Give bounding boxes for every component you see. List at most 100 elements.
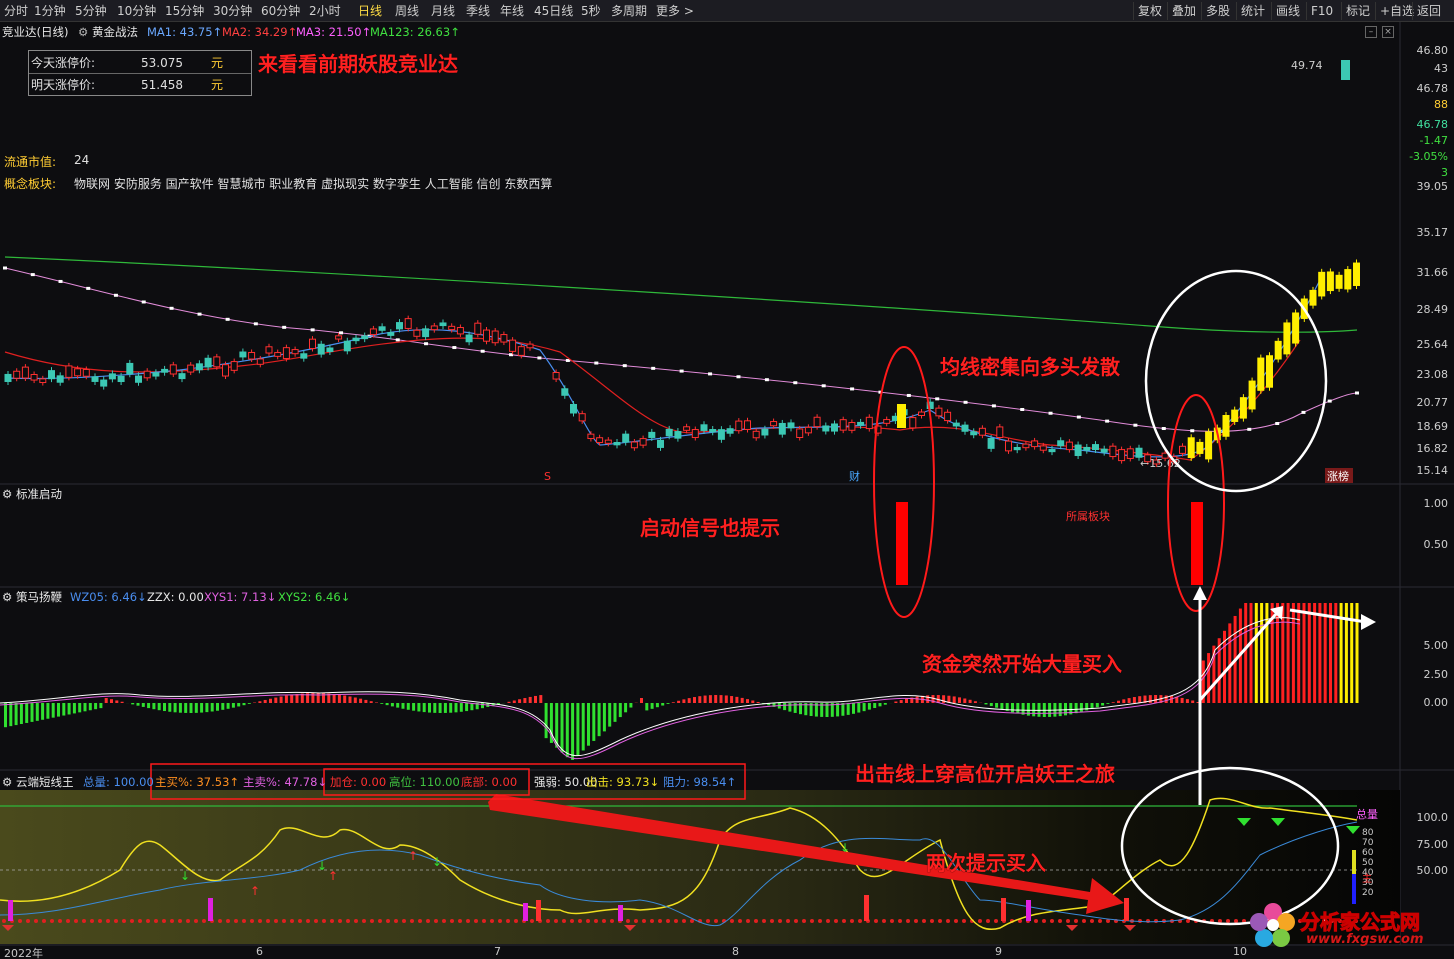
candle	[865, 416, 873, 430]
fund-bar	[337, 694, 341, 703]
fund-bar	[459, 703, 463, 712]
fund-bar	[216, 703, 219, 711]
candle	[1039, 445, 1047, 451]
ma3-dot	[764, 378, 769, 382]
scale-tick: 70	[1362, 838, 1374, 848]
chart-canvas: 49.74 ←15.62 S 财 涨榜 ↓↓ ↓↓↑↑↑	[0, 22, 1454, 946]
candle	[135, 375, 142, 383]
fund-bar	[120, 701, 124, 703]
bottom-dot	[258, 919, 262, 923]
bottom-dot	[602, 919, 606, 923]
annotation-buy: 两次提示买入	[926, 851, 1046, 875]
candle	[13, 370, 21, 379]
candle	[1318, 271, 1326, 297]
fund-bar	[693, 697, 696, 703]
ma3-dot	[169, 306, 174, 310]
ma3-dot	[225, 317, 230, 321]
p3-y-tick: 5.00	[1423, 639, 1449, 652]
fund-bar	[51, 703, 55, 718]
fund-bar	[465, 703, 469, 712]
ma3-dot	[480, 349, 485, 353]
candle	[1057, 440, 1065, 447]
fund-bar	[25, 703, 29, 723]
zhu-label: 主	[1362, 874, 1372, 885]
bottom-dot	[938, 919, 942, 923]
candle	[91, 376, 99, 382]
candle	[161, 368, 169, 373]
fund-bar	[88, 703, 92, 711]
ma3-dot	[1327, 399, 1332, 403]
fund-bar	[237, 703, 241, 707]
candle	[56, 375, 64, 383]
bottom-dot	[674, 919, 678, 923]
candle	[604, 439, 612, 444]
candle	[1187, 437, 1195, 459]
candle	[117, 375, 125, 383]
candle	[1353, 262, 1360, 286]
bottom-dot	[490, 919, 494, 923]
fund-bar	[295, 694, 299, 703]
fund-bar	[417, 703, 421, 712]
fund-bar	[1106, 703, 1110, 704]
fund-bar	[412, 703, 416, 711]
bottom-dot	[474, 919, 478, 923]
fund-bar	[136, 703, 140, 706]
fund-bar	[163, 703, 166, 712]
bottom-dot	[130, 919, 134, 923]
fund-bar	[1265, 603, 1269, 703]
candle	[570, 404, 577, 414]
fund-bar	[157, 703, 161, 711]
candle	[1092, 444, 1099, 451]
candle	[700, 424, 708, 431]
fund-bar	[746, 699, 749, 703]
candle	[848, 422, 856, 431]
pane4-title-text: 云端短线王	[15, 775, 74, 789]
watermark-logo: 分析家公式网 www.fxgsw.com	[1248, 898, 1448, 954]
fund-bar	[1313, 603, 1317, 703]
fund-bar	[942, 695, 946, 703]
bottom-dot	[818, 919, 822, 923]
bottom-dot	[122, 919, 126, 923]
bottom-dot	[370, 919, 374, 923]
candle	[509, 339, 517, 352]
fund-bar	[857, 703, 861, 713]
candle	[822, 425, 830, 432]
bottom-dot	[346, 919, 350, 923]
candle	[897, 404, 906, 428]
candle	[4, 373, 12, 382]
bottom-dot	[906, 919, 910, 923]
pane3-title[interactable]: ⚙ 策马扬鞭	[2, 589, 62, 605]
bottom-dot	[650, 919, 654, 923]
fund-bar	[332, 694, 336, 703]
ma3-dot	[708, 372, 713, 376]
fund-bar	[1185, 699, 1189, 703]
candle	[335, 335, 343, 340]
fund-bar	[14, 703, 18, 726]
candle	[65, 365, 73, 378]
candle	[143, 370, 151, 379]
pane4-title[interactable]: ⚙ 云端短线王	[2, 774, 73, 790]
fund-bar	[995, 703, 999, 708]
pane2-title[interactable]: ⚙ 标准启动	[2, 486, 62, 502]
p2-y-tick: 1.00	[1423, 497, 1449, 510]
candle	[1266, 355, 1273, 388]
fund-bar	[523, 698, 527, 703]
fund-bar	[263, 699, 267, 703]
fund-bar	[184, 703, 188, 713]
candle	[1031, 440, 1039, 448]
bottom-dot	[450, 919, 454, 923]
fund-bar	[618, 703, 622, 718]
bottom-dot	[2, 919, 6, 923]
bottom-dot	[442, 919, 446, 923]
zzx-value: ZZX: 0.00	[147, 590, 204, 604]
candle	[1335, 274, 1343, 289]
fund-bar	[899, 700, 903, 703]
x-tick: 9	[995, 945, 1002, 958]
bottom-dot	[1058, 919, 1062, 923]
bottom-dot	[762, 919, 766, 923]
candle	[1005, 440, 1012, 452]
bottom-dot	[58, 919, 62, 923]
fund-bar	[671, 702, 675, 703]
bottom-dot	[730, 919, 734, 923]
bottom-dot	[226, 919, 230, 923]
